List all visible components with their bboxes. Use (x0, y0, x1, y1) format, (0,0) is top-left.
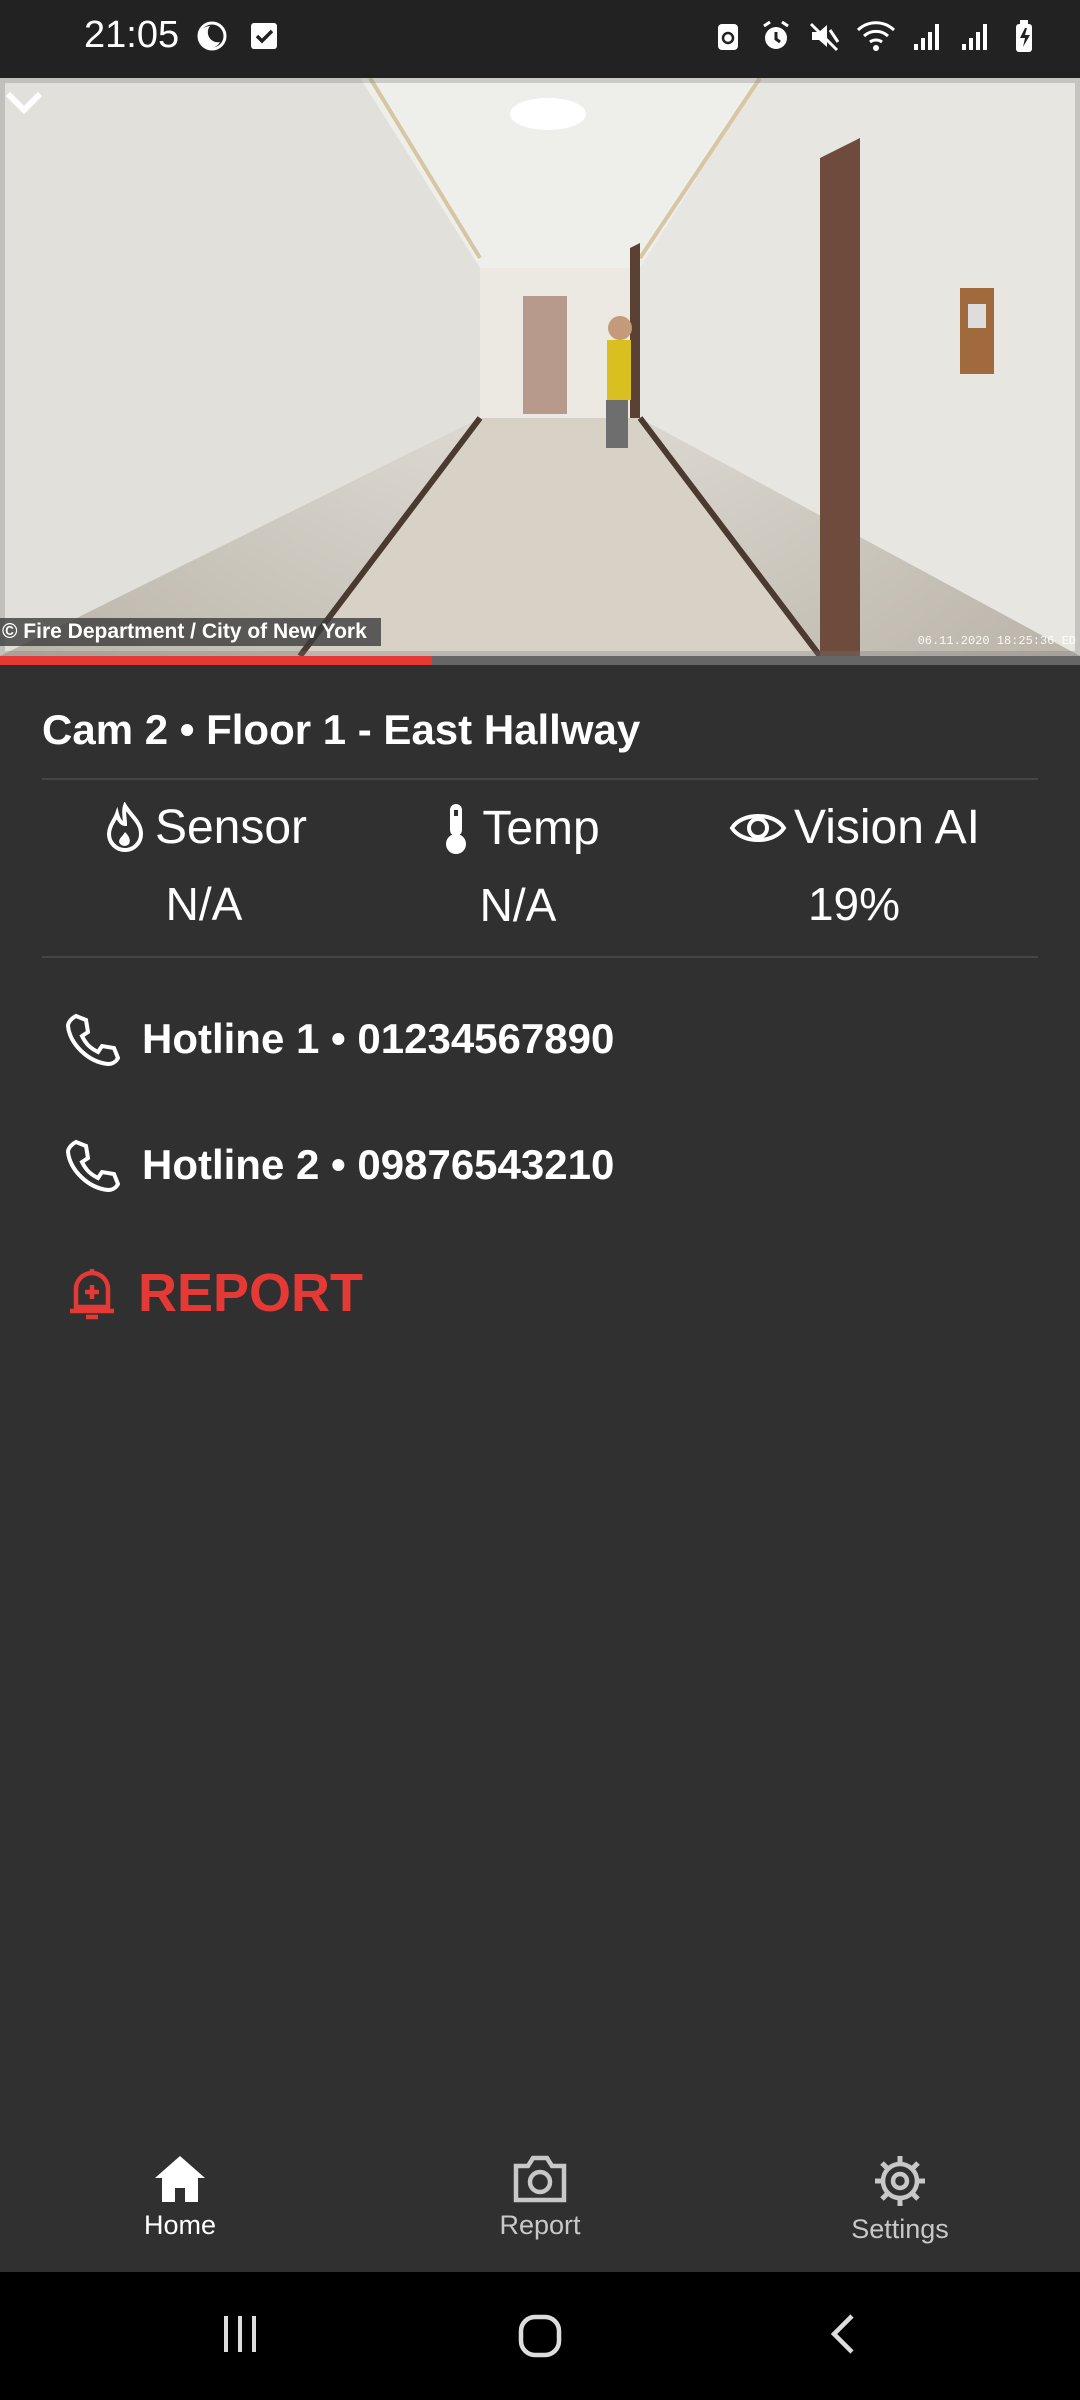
home-button-icon[interactable] (516, 2312, 564, 2360)
nav-label: Home (143, 2210, 217, 2240)
hotline-1-link[interactable]: Hotline 1 • 01234567890 (66, 1012, 614, 1066)
hotline-label: Hotline 1 • 01234567890 (142, 1015, 615, 1062)
nav-label: Settings (851, 2214, 949, 2244)
battery-saver-icon (718, 24, 738, 50)
chevron-down-icon[interactable] (0, 78, 48, 126)
playback-progress-fill (0, 656, 432, 665)
phone-icon (66, 1013, 120, 1066)
divider (42, 778, 1038, 780)
eye-icon (729, 813, 787, 842)
nav-settings[interactable]: Settings (790, 2154, 1010, 2245)
recent-apps-icon[interactable] (218, 2312, 262, 2356)
back-icon[interactable] (824, 2312, 864, 2356)
camera-title: Cam 2 • Floor 1 - East Hallway (42, 706, 641, 753)
status-bar: 21:05 (0, 0, 1080, 78)
nav-report[interactable]: Report (430, 2154, 650, 2241)
playback-progress-bar[interactable] (0, 656, 1080, 665)
nav-label: Report (499, 2210, 581, 2240)
camera-feed[interactable]: © Fire Department / City of New York 06.… (0, 78, 1080, 656)
wifi-icon (856, 21, 896, 51)
stat-label: Temp (482, 801, 600, 855)
report-button[interactable]: REPORT (66, 1262, 363, 1324)
hotline-label: Hotline 2 • 09876543210 (142, 1141, 615, 1188)
stat-value: 19% (807, 878, 901, 930)
nav-home[interactable]: Home (70, 2154, 290, 2241)
bottom-navigation: Home Report Settings (0, 2130, 1080, 2272)
video-timestamp: 06.11.2020 18:25:36 ED (917, 634, 1076, 648)
stat-value: N/A (479, 879, 557, 931)
hotline-2-link[interactable]: Hotline 2 • 09876543210 (66, 1138, 614, 1192)
stat-value: N/A (165, 878, 243, 930)
status-time: 21:05 (84, 14, 180, 56)
stat-sensor: Sensor N/A (54, 800, 354, 931)
battery-charging-icon (1016, 20, 1032, 52)
stat-label: Sensor (154, 801, 308, 854)
alarm-bell-icon (70, 1269, 114, 1320)
stat-temp: Temp N/A (368, 800, 668, 932)
hallway-image (0, 78, 1080, 656)
image-credit: © Fire Department / City of New York (0, 618, 381, 646)
system-navigation-bar (0, 2272, 1080, 2400)
task-check-icon (251, 23, 277, 49)
alarm-icon (763, 20, 789, 49)
camera-icon (513, 2155, 567, 2203)
phone-icon (66, 1139, 120, 1192)
signal-icon (962, 24, 987, 50)
stat-label: Vision AI (794, 801, 980, 854)
home-icon (155, 2156, 205, 2202)
stat-vision-ai: Vision AI 19% (704, 800, 1004, 931)
report-label: REPORT (138, 1263, 364, 1323)
signal-icon (914, 24, 939, 50)
flame-icon (106, 801, 143, 852)
moon-icon (197, 21, 227, 51)
gear-icon (875, 2156, 925, 2206)
mute-icon (809, 22, 840, 52)
thermometer-icon (446, 804, 467, 854)
divider (42, 956, 1038, 958)
